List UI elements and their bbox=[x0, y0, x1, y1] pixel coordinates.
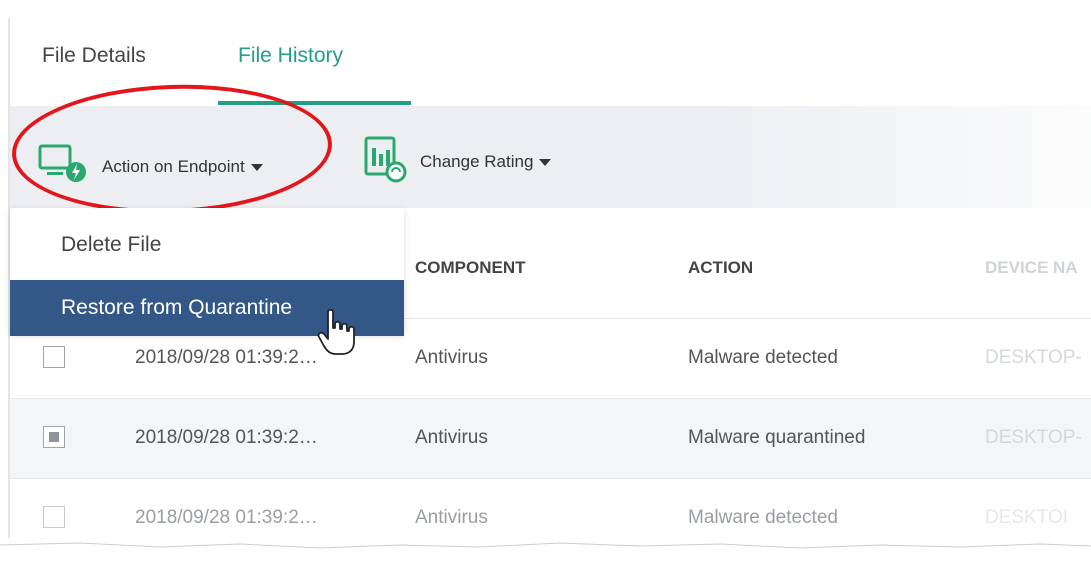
row-action: Malware quarantined bbox=[688, 427, 866, 448]
monitor-lightning-icon bbox=[38, 142, 94, 191]
rating-document-icon bbox=[362, 134, 410, 189]
action-dropdown-menu: Delete File Restore from Quarantine bbox=[10, 208, 404, 336]
row-component: Antivirus bbox=[415, 347, 488, 368]
row-date: 2018/09/28 01:39:2… bbox=[135, 347, 318, 368]
row-checkbox[interactable] bbox=[43, 346, 65, 368]
toolbar: Action on Endpoint Change Rating bbox=[10, 106, 1091, 208]
tab-bar: File Details File History bbox=[10, 0, 1091, 106]
menu-item-label: Restore from Quarantine bbox=[61, 296, 293, 319]
row-component: Antivirus bbox=[415, 507, 488, 528]
row-action: Malware detected bbox=[688, 347, 838, 368]
menu-item-restore-from-quarantine[interactable]: Restore from Quarantine bbox=[10, 280, 404, 336]
column-header-component[interactable]: COMPONENT bbox=[415, 258, 526, 278]
menu-item-delete-file[interactable]: Delete File bbox=[10, 218, 404, 272]
row-device-name[interactable]: DESKTOP- bbox=[985, 427, 1082, 449]
column-header-action[interactable]: ACTION bbox=[688, 258, 753, 278]
action-on-endpoint-button[interactable]: Action on Endpoint bbox=[38, 142, 263, 191]
row-date: 2018/09/28 01:39:2… bbox=[135, 427, 318, 448]
row-device-name[interactable]: DESKTOP- bbox=[985, 347, 1082, 369]
row-checkbox[interactable] bbox=[43, 426, 65, 448]
torn-edge bbox=[0, 542, 1091, 568]
chevron-down-icon bbox=[539, 159, 552, 166]
row-date: 2018/09/28 01:39:2… bbox=[135, 507, 318, 528]
tab-file-history[interactable]: File History bbox=[238, 44, 343, 68]
tab-file-details[interactable]: File Details bbox=[42, 44, 146, 68]
action-on-endpoint-label: Action on Endpoint bbox=[102, 156, 245, 176]
row-checkbox[interactable] bbox=[43, 506, 65, 528]
row-device-name[interactable]: DESKTOI bbox=[985, 507, 1068, 529]
column-header-device-name[interactable]: DEVICE NA bbox=[985, 258, 1078, 278]
row-action: Malware detected bbox=[688, 507, 838, 528]
table-row[interactable]: 2018/09/28 01:39:2… Antivirus Malware qu… bbox=[10, 398, 1091, 479]
row-component: Antivirus bbox=[415, 427, 488, 448]
active-tab-indicator bbox=[218, 101, 411, 105]
change-rating-button[interactable]: Change Rating bbox=[362, 134, 552, 189]
chevron-down-icon bbox=[250, 164, 263, 171]
menu-item-label: Delete File bbox=[61, 233, 162, 256]
change-rating-label: Change Rating bbox=[420, 151, 534, 171]
